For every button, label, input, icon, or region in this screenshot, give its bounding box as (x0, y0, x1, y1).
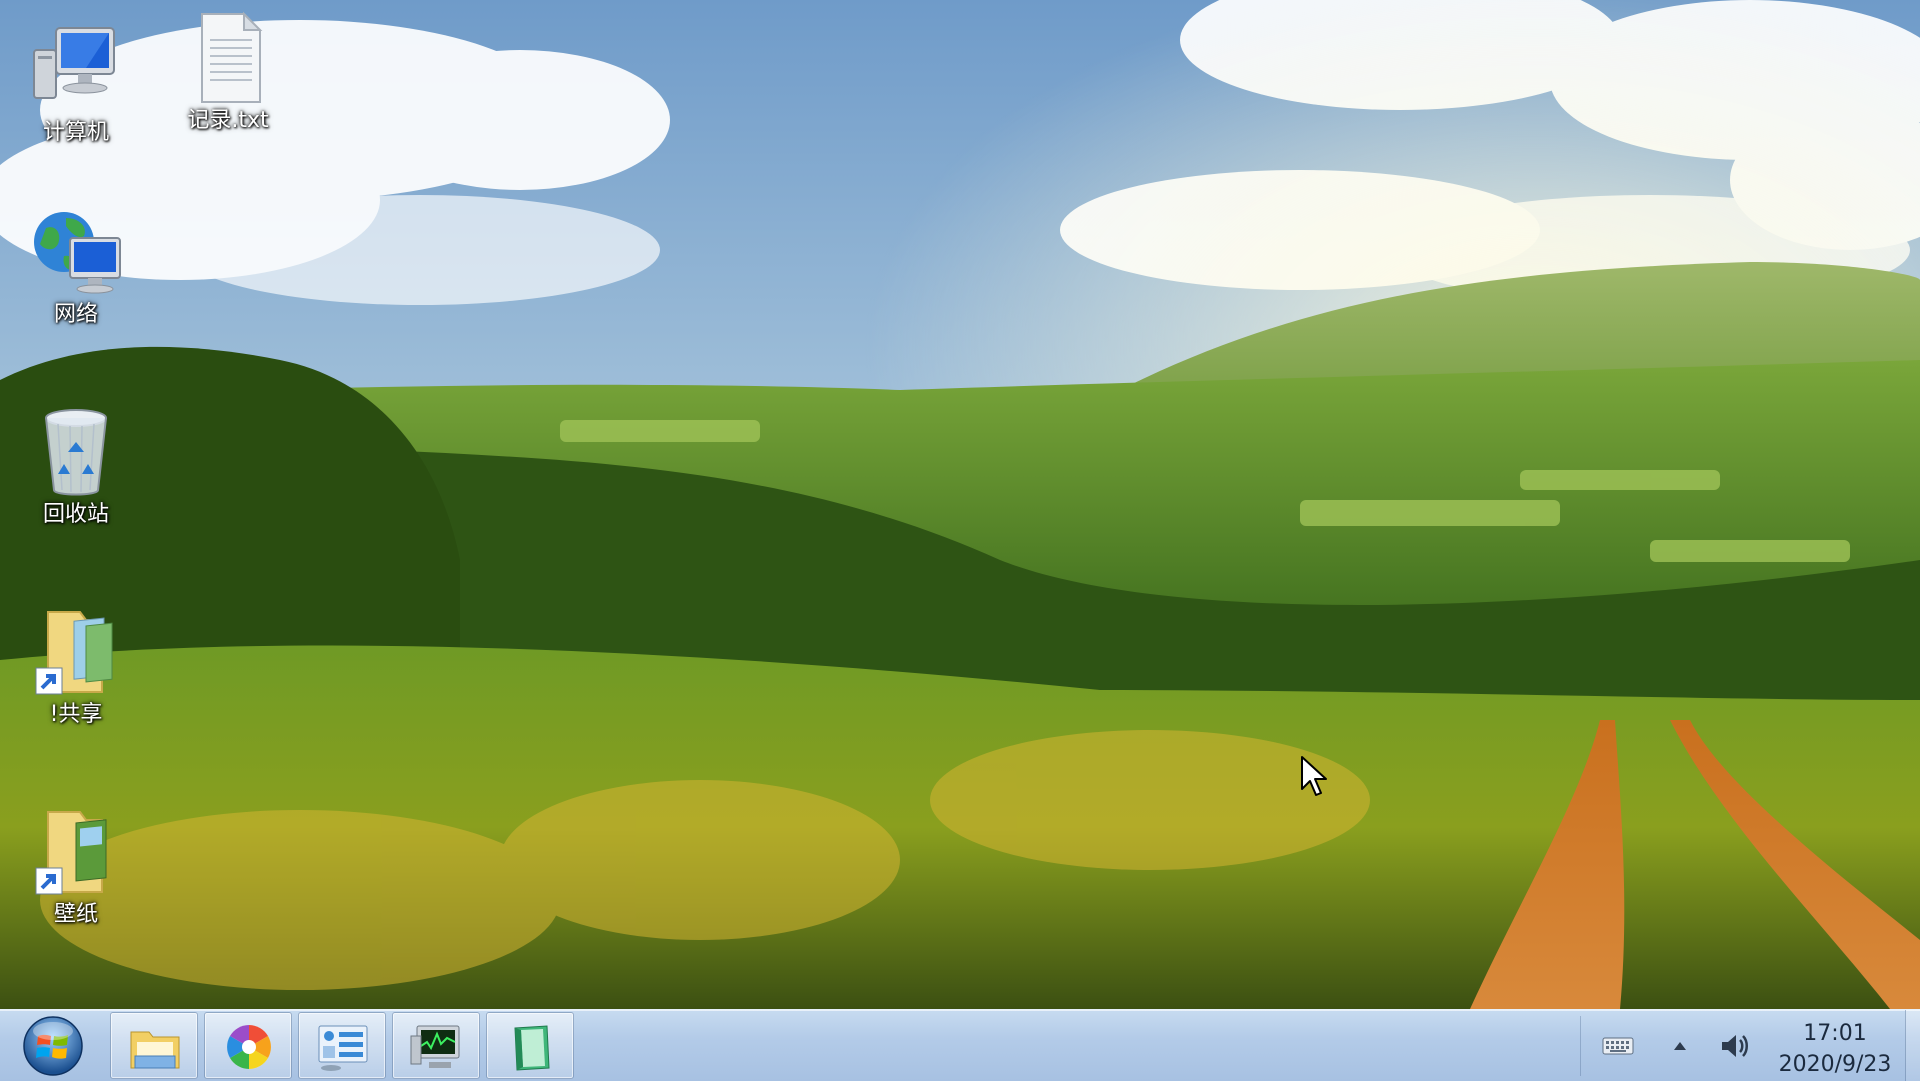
desktop-icon-label: 网络 (53, 302, 98, 327)
desktop-icon-label: 计算机 (42, 120, 109, 145)
taskbar-app-control-panel[interactable] (298, 1012, 386, 1079)
desktop-icon-shared-folder[interactable]: !共享 (6, 604, 146, 728)
recycle-bin-icon (45, 409, 107, 496)
green-notebook-icon (514, 1025, 550, 1071)
show-desktop-button[interactable] (1905, 1010, 1920, 1081)
desktop-icon-recycle-bin[interactable]: 回收站 (6, 404, 146, 528)
desktop-wallpaper (0, 0, 1920, 1080)
desktop-icon-label: 回收站 (42, 502, 109, 527)
computer-icon (33, 27, 115, 99)
taskbar-app-system-monitor[interactable] (392, 1012, 480, 1079)
keyboard-icon[interactable] (1600, 1028, 1636, 1064)
taskbar-app-color-pinwheel[interactable] (204, 1012, 292, 1079)
system-clock[interactable]: 17:01 2020/9/23 (1760, 1018, 1910, 1080)
start-button[interactable] (14, 1014, 92, 1078)
windows-start-orb-icon (23, 1016, 83, 1076)
wallpaper-folder-shortcut-icon (35, 811, 107, 895)
clock-date: 2020/9/23 (1778, 1052, 1892, 1077)
color-pinwheel-app-icon (227, 1025, 271, 1069)
system-monitor-icon (410, 1025, 460, 1068)
clock-time: 17:01 (1803, 1021, 1867, 1046)
desktop-icon-label: 壁纸 (53, 902, 98, 927)
taskbar: 17:01 2020/9/23 (0, 1009, 1920, 1081)
network-icon (34, 212, 121, 294)
text-file-icon (201, 11, 263, 103)
taskbar-app-green-notebook[interactable] (486, 1012, 574, 1079)
desktop-icon-label: !共享 (49, 702, 103, 727)
desktop-icon-wallpaper[interactable]: 壁纸 (6, 804, 146, 928)
desktop-icon-text-file[interactable]: 记录.txt (158, 10, 298, 134)
volume-icon[interactable] (1716, 1028, 1752, 1064)
desktop-icon-label: 记录.txt (187, 108, 269, 133)
taskbar-app-file-explorer[interactable] (110, 1012, 198, 1079)
show-hidden-icons-arrow[interactable] (1662, 1028, 1698, 1064)
desktop-icon-computer[interactable]: 计算机 (6, 22, 146, 146)
file-explorer-icon (130, 1031, 180, 1069)
mouse-cursor-icon (1301, 756, 1327, 796)
control-panel-icon (318, 1025, 368, 1071)
desktop-icon-network[interactable]: 网络 (6, 204, 146, 328)
shared-folder-shortcut-icon (35, 611, 113, 695)
tray-divider (1580, 1016, 1581, 1076)
